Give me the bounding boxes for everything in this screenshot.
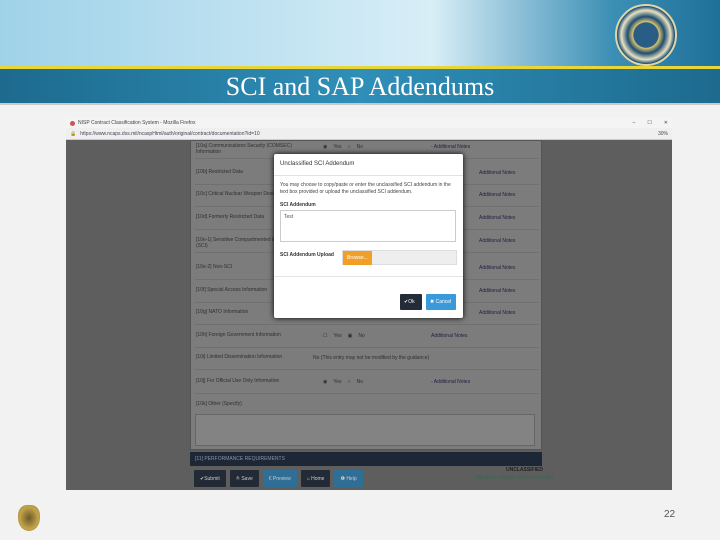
help-button[interactable]: ❶ Help — [334, 470, 363, 487]
other-specify-textarea[interactable] — [195, 414, 535, 446]
radio-no[interactable]: ▣ — [348, 333, 353, 339]
browse-button[interactable]: Browse... — [343, 251, 372, 265]
submit-button[interactable]: ✔Submit — [194, 470, 226, 487]
lock-icon: 🔒 — [70, 130, 77, 137]
row-label: [10k] Other (Specify) — [196, 401, 242, 407]
additional-notes-link[interactable]: Additional Notes — [479, 288, 515, 294]
modal-instructions: You may choose to copy/paste or enter th… — [280, 182, 451, 195]
row-label: [10i] Limited Dissemination Information — [196, 354, 283, 360]
agency-seal-logo — [615, 4, 677, 66]
window-title: NISP Contract Classification System - Mo… — [78, 120, 196, 126]
sci-addendum-modal: Unclassified SCI Addendum You may choose… — [274, 154, 463, 318]
slide-title: SCI and SAP Addendums — [225, 72, 495, 101]
no-label: No — [356, 379, 363, 385]
sci-addendum-textarea[interactable]: Test — [280, 210, 456, 242]
zoom-level: 30% — [657, 130, 668, 137]
home-button[interactable]: ⌂ Home — [300, 470, 331, 487]
row-label: [10h] Foreign Government Information — [196, 332, 281, 338]
cancel-button[interactable]: ✖ Cancel — [426, 294, 456, 310]
preview-button[interactable]: € Preview — [262, 470, 297, 487]
ok-button[interactable]: ✔Ok — [400, 294, 422, 310]
save-button[interactable]: ≛ Save — [229, 470, 259, 487]
radio-no[interactable]: ○ — [348, 144, 351, 150]
additional-notes-link[interactable]: Additional Notes — [479, 170, 515, 176]
close-button[interactable]: ✕ — [664, 120, 668, 126]
additional-notes-link[interactable]: Additional Notes — [479, 238, 515, 244]
address-bar[interactable]: 🔒 https://www.ncaps.dss.mil/ncaspHtml/au… — [66, 128, 672, 140]
radio-yes[interactable]: ☐ — [323, 333, 327, 339]
slide-banner — [0, 0, 720, 66]
performance-requirements-section[interactable]: [11] PERFORMANCE REQUIREMENTS — [190, 452, 542, 466]
yes-label: Yes — [333, 333, 342, 339]
additional-notes-link[interactable]: Additional Notes — [479, 310, 515, 316]
title-bar: SCI and SAP Addendums — [0, 69, 720, 105]
agency-badge-logo — [18, 505, 40, 531]
radio-yes[interactable]: ◉ — [323, 144, 327, 150]
no-label: No — [356, 144, 363, 150]
yes-label: Yes — [333, 144, 342, 150]
firefox-icon — [70, 120, 75, 126]
maximize-button[interactable]: ☐ — [647, 120, 651, 126]
additional-notes-link[interactable]: Additional Notes — [479, 192, 515, 198]
row-label: [10j] For Official Use Only Information — [196, 378, 280, 384]
additional-notes-link[interactable]: - Additional Notes — [431, 379, 470, 385]
page-number: 22 — [664, 509, 676, 520]
additional-notes-link[interactable]: - Additional Notes — [431, 144, 470, 150]
form-id-label: Electronic Version of DD Form 254 — [476, 475, 553, 481]
yes-label: Yes — [333, 379, 342, 385]
url-text[interactable]: https://www.ncaps.dss.mil/ncaspHtml/auth… — [80, 131, 259, 137]
no-label: No — [358, 333, 365, 339]
file-upload-field[interactable]: Browse... — [342, 250, 457, 265]
upload-label: SCI Addendum Upload — [280, 252, 334, 258]
modal-footer-divider — [274, 276, 463, 277]
window-titlebar: NISP Contract Classification System - Mo… — [66, 118, 672, 128]
sci-addendum-label: SCI Addendum — [280, 202, 316, 208]
radio-no[interactable]: ○ — [348, 379, 351, 385]
radio-yes[interactable]: ◉ — [323, 379, 327, 385]
browser-screenshot: NISP Contract Classification System - Mo… — [66, 118, 672, 490]
row-value: No (This entry may not be modified by th… — [313, 355, 430, 361]
classification-label: UNCLASSIFIED — [506, 467, 543, 473]
additional-notes-link[interactable]: Additional Notes — [479, 215, 515, 221]
modal-title: Unclassified SCI Addendum — [274, 154, 463, 176]
minimize-button[interactable]: – — [633, 120, 636, 126]
additional-notes-link[interactable]: Additional Notes — [479, 265, 515, 271]
additional-notes-link[interactable]: Additional Notes — [431, 333, 467, 339]
